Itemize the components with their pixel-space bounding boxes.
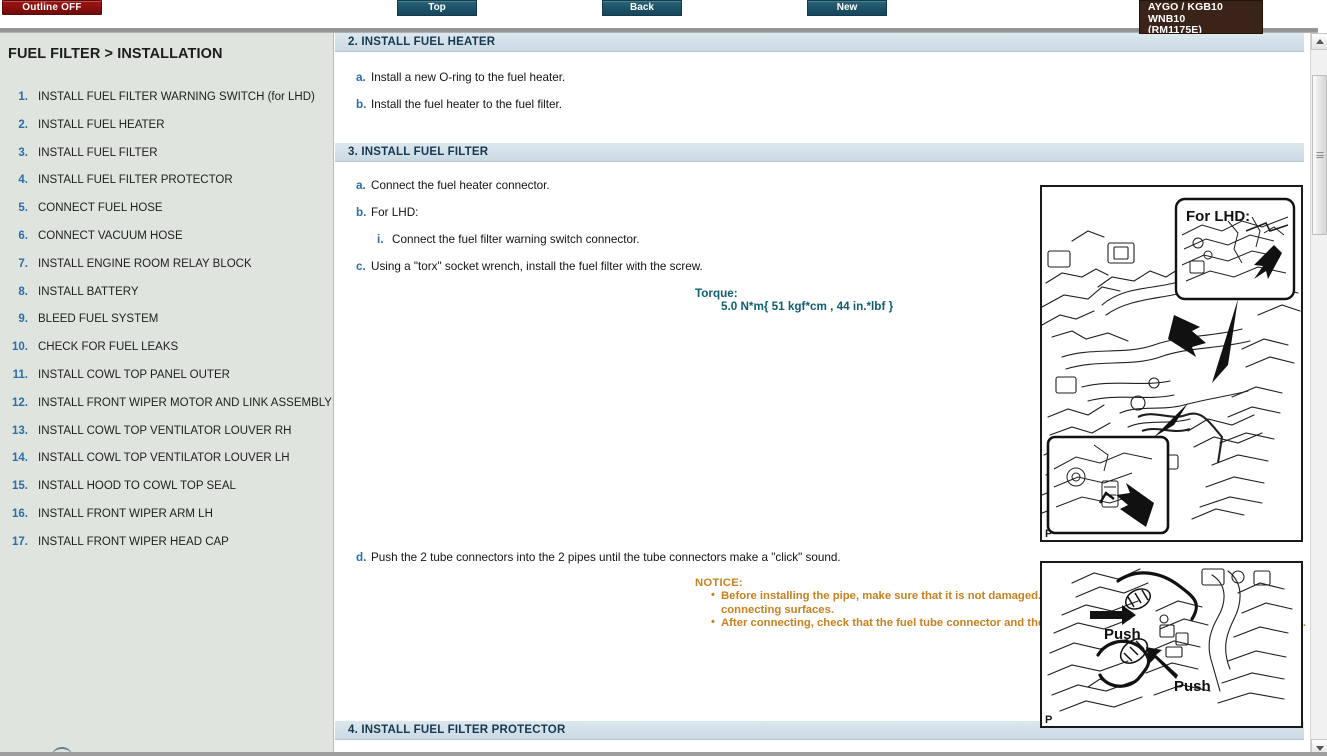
sidebar-item-9[interactable]: 9. BLEED FUEL SYSTEM <box>0 313 333 341</box>
section-heading-3: 3. INSTALL FUEL FILTER <box>335 143 1304 162</box>
step-text: Push the 2 tube connectors into the 2 pi… <box>371 551 841 564</box>
vehicle-info-box: AYGO / KGB10 WNB10 (RM1175E) <box>1139 0 1263 34</box>
section-heading-2: 2. INSTALL FUEL HEATER <box>335 33 1304 52</box>
page-title: FUEL FILTER > INSTALLATION <box>8 46 223 62</box>
step-text: Connect the fuel heater connector. <box>371 179 550 192</box>
sidebar-item-label: INSTALL FRONT WIPER MOTOR AND LINK ASSEM… <box>38 396 332 409</box>
step-text: For LHD: <box>371 206 419 219</box>
sidebar-item-label: INSTALL COWL TOP VENTILATOR LOUVER LH <box>38 452 290 465</box>
sidebar-item-number: 11. <box>12 368 28 381</box>
sidebar-item-label: CONNECT VACUUM HOSE <box>38 229 183 242</box>
new-button[interactable]: New <box>807 0 887 16</box>
sidebar-item-number: 6. <box>18 229 28 242</box>
sidebar-item-number: 3. <box>18 146 28 159</box>
horizontal-scrollbar[interactable] <box>0 752 1327 756</box>
engine-diagram-figure-2: Push Push P <box>1040 561 1303 728</box>
substep-text: Connect the fuel filter warning switch c… <box>392 233 640 246</box>
sidebar-item-number: 17. <box>12 535 28 548</box>
sidebar-item-number: 14. <box>12 452 28 465</box>
step-marker: d. <box>356 551 367 564</box>
step-item: a. Install a new O-ring to the fuel heat… <box>335 71 1310 84</box>
sidebar-item-17[interactable]: 17. INSTALL FRONT WIPER HEAD CAP <box>0 535 333 564</box>
scroll-up-button[interactable] <box>1311 33 1327 50</box>
chevron-down-icon <box>1315 745 1324 751</box>
vehicle-model-line: AYGO / KGB10 <box>1148 1 1223 13</box>
sidebar-item-label: INSTALL HOOD TO COWL TOP SEAL <box>38 480 236 493</box>
sidebar-item-label: INSTALL COWL TOP VENTILATOR LOUVER RH <box>38 424 292 437</box>
scrollbar-thumb[interactable] <box>1312 75 1327 235</box>
application-window: Outline OFF Top Back New AYGO / KGB10 WN… <box>0 0 1327 756</box>
sidebar-item-3[interactable]: 3. INSTALL FUEL FILTER <box>0 146 333 175</box>
sidebar-item-label: CHECK FOR FUEL LEAKS <box>38 341 179 354</box>
sidebar-item-11[interactable]: 11. INSTALL COWL TOP PANEL OUTER <box>0 368 333 397</box>
sidebar-item-number: 5. <box>18 202 28 215</box>
sidebar-item-number: 1. <box>18 91 28 103</box>
step-text: Using a "torx" socket wrench, install th… <box>371 260 703 273</box>
sidebar-item-number: 2. <box>18 118 28 131</box>
sidebar-item-2[interactable]: 2. INSTALL FUEL HEATER <box>0 118 333 147</box>
sidebar-item-label: INSTALL FRONT WIPER ARM LH <box>38 507 213 520</box>
sidebar-item-number: 7. <box>18 257 28 270</box>
procedure-step-list: 1. INSTALL FUEL FILTER WARNING SWITCH (fo… <box>0 91 333 564</box>
substep-marker: i. <box>377 233 384 246</box>
sidebar-item-number: 13. <box>12 424 28 437</box>
sidebar-item-number: 15. <box>12 480 28 493</box>
top-toolbar: Outline OFF Top Back New AYGO / KGB10 WN… <box>0 0 1327 34</box>
sidebar-item-label: INSTALL FUEL FILTER WARNING SWITCH (for … <box>38 91 315 103</box>
push-label-lower: Push <box>1174 678 1211 695</box>
sidebar-item-5[interactable]: 5. CONNECT FUEL HOSE <box>0 202 333 230</box>
sidebar-item-label: INSTALL COWL TOP PANEL OUTER <box>38 368 230 381</box>
sidebar-item-number: 12. <box>12 396 28 409</box>
step-marker: b. <box>356 206 367 219</box>
sidebar-item-label: INSTALL FUEL HEATER <box>38 118 165 131</box>
sidebar-item-14[interactable]: 14. INSTALL COWL TOP VENTILATOR LOUVER LH <box>0 452 333 480</box>
sidebar-item-16[interactable]: 16. INSTALL FRONT WIPER ARM LH <box>0 507 333 536</box>
toolbar-divider <box>0 28 1318 33</box>
sidebar-item-label: CONNECT FUEL HOSE <box>38 202 163 215</box>
chevron-up-icon <box>1315 38 1324 44</box>
sidebar-item-label: INSTALL FUEL FILTER <box>38 146 158 159</box>
step-text: Install a new O-ring to the fuel heater. <box>371 71 566 84</box>
sidebar-item-10[interactable]: 10. CHECK FOR FUEL LEAKS <box>0 341 333 369</box>
engine-line-art-2: Push Push <box>1047 568 1293 712</box>
vertical-scrollbar[interactable] <box>1310 33 1327 756</box>
grip-icon <box>1316 152 1323 158</box>
step-text: Install the fuel heater to the fuel filt… <box>371 98 563 111</box>
step-marker: b. <box>356 98 367 111</box>
sidebar-item-1[interactable]: 1. INSTALL FUEL FILTER WARNING SWITCH (fo… <box>0 91 333 119</box>
step-marker: a. <box>356 71 366 84</box>
sidebar-item-label: INSTALL FRONT WIPER HEAD CAP <box>38 535 229 548</box>
for-lhd-callout-label: For LHD: <box>1186 208 1250 225</box>
engine-line-art-1: For LHD: <box>1042 197 1301 535</box>
sidebar-item-8[interactable]: 8. INSTALL BATTERY <box>0 285 333 314</box>
sidebar-item-label: INSTALL ENGINE ROOM RELAY BLOCK <box>38 257 252 270</box>
sidebar-item-15[interactable]: 15. INSTALL HOOD TO COWL TOP SEAL <box>0 480 333 508</box>
sidebar-item-4[interactable]: 4. INSTALL FUEL FILTER PROTECTOR <box>0 174 333 202</box>
sidebar-item-number: 10. <box>12 341 28 354</box>
sidebar-item-13[interactable]: 13. INSTALL COWL TOP VENTILATOR LOUVER RH <box>0 424 333 453</box>
sidebar-item-number: 4. <box>18 174 28 187</box>
back-button[interactable]: Back <box>602 0 682 16</box>
step-item: b. Install the fuel heater to the fuel f… <box>335 98 1310 111</box>
manual-code-line: (RM1175E) <box>1148 24 1203 34</box>
push-label-upper: Push <box>1104 626 1141 643</box>
sidebar-item-number: 16. <box>12 507 28 520</box>
procedure-sidebar: FUEL FILTER > INSTALLATION 1. INSTALL FUE… <box>0 33 334 756</box>
sidebar-item-label: INSTALL BATTERY <box>38 285 139 298</box>
sidebar-item-label: INSTALL FUEL FILTER PROTECTOR <box>38 174 233 187</box>
top-button[interactable]: Top <box>397 0 477 16</box>
sidebar-item-number: 8. <box>18 285 28 298</box>
sidebar-item-7[interactable]: 7. INSTALL ENGINE ROOM RELAY BLOCK <box>0 257 333 286</box>
engine-diagram-figure-1: For LHD: P <box>1040 185 1303 542</box>
sidebar-item-number: 9. <box>18 313 28 326</box>
figure-page-mark: P <box>1045 714 1053 726</box>
sidebar-item-12[interactable]: 12. INSTALL FRONT WIPER MOTOR AND LINK AS… <box>0 396 333 425</box>
step-marker: c. <box>356 260 366 273</box>
outline-off-button[interactable]: Outline OFF <box>2 0 102 15</box>
main-content: 2. INSTALL FUEL HEATER a. Install a new … <box>335 33 1310 756</box>
sidebar-item-label: BLEED FUEL SYSTEM <box>38 313 159 326</box>
sidebar-item-6[interactable]: 6. CONNECT VACUUM HOSE <box>0 229 333 258</box>
step-marker: a. <box>356 179 366 192</box>
figure-page-mark: P <box>1045 528 1053 540</box>
